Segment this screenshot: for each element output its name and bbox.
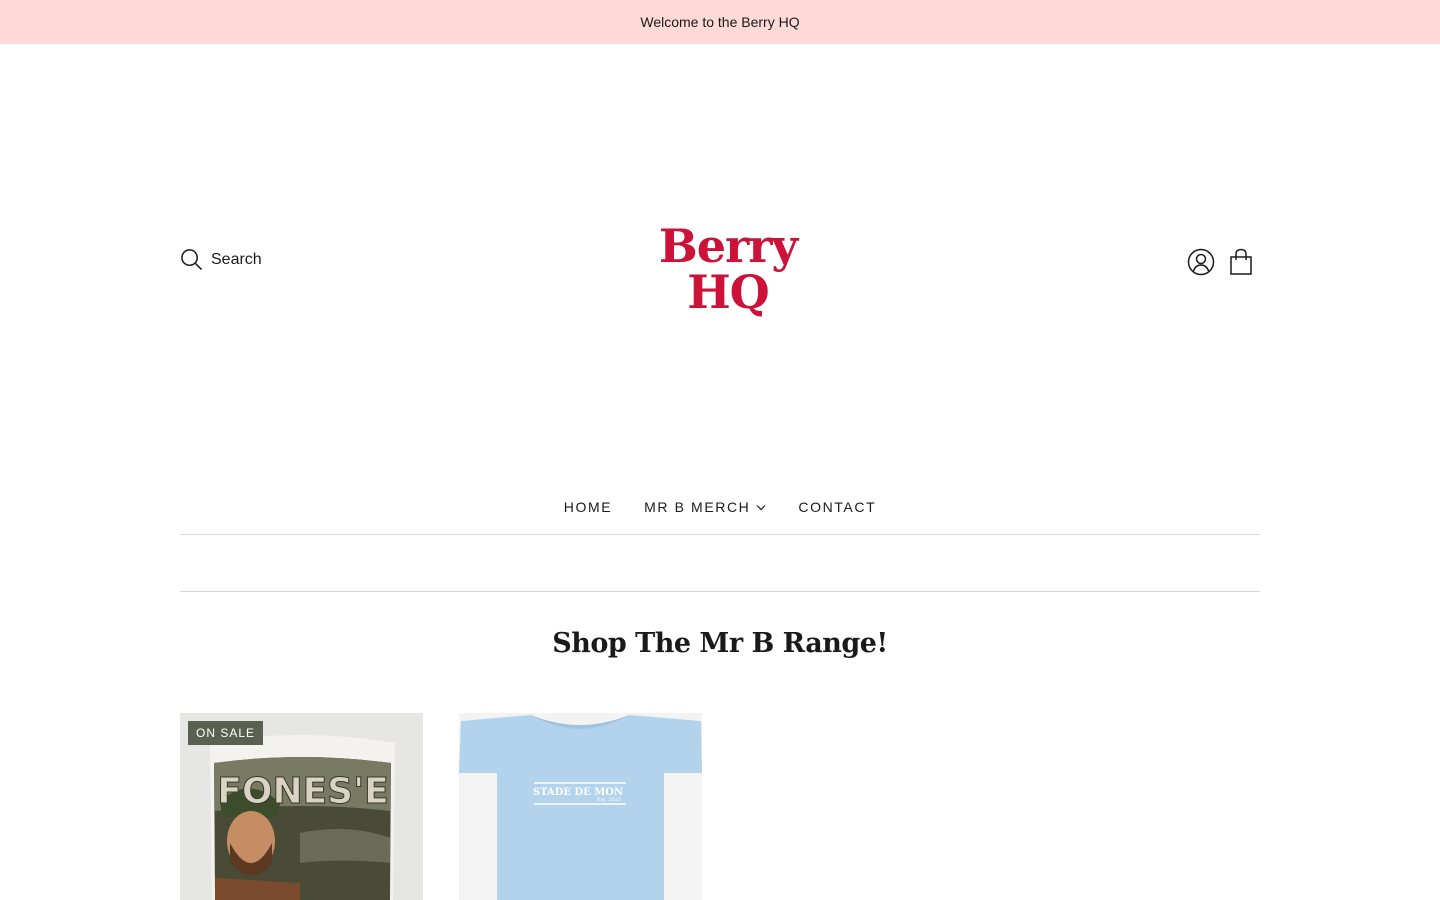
main-navigation: HOME MR B MERCH CONTACT: [180, 490, 1260, 535]
chevron-down-icon: [756, 504, 766, 510]
search-icon: [181, 249, 203, 271]
shopping-bag-icon[interactable]: [1229, 248, 1253, 276]
announcement-text: Welcome to the Berry HQ: [640, 14, 800, 30]
nav-item-contact-label: CONTACT: [798, 499, 877, 515]
search-button[interactable]: Search: [180, 248, 262, 271]
announcement-bar: Welcome to the Berry HQ: [0, 0, 1440, 44]
on-sale-badge: ON SALE: [188, 721, 264, 745]
section-title: Shop The Mr B Range!: [552, 628, 888, 659]
user-circle-icon[interactable]: [1187, 248, 1215, 276]
site-logo[interactable]: Berry HQ: [648, 220, 808, 330]
logo-line-2: HQ: [687, 265, 770, 319]
mug-print-text: FONES'E: [217, 771, 388, 812]
nav-item-home[interactable]: HOME: [564, 499, 612, 515]
nav-item-home-label: HOME: [563, 499, 613, 515]
nav-item-contact[interactable]: CONTACT: [798, 499, 876, 515]
tshirt-product-image: STADE DE MON Est. 2023: [459, 713, 702, 900]
search-label: Search: [211, 250, 262, 268]
product-card-mug[interactable]: FONES'E ON SALE: [180, 713, 423, 900]
nav-item-mr-b-merch-label: MR B MERCH: [644, 499, 751, 515]
nav-item-mr-b-merch[interactable]: MR B MERCH: [644, 499, 766, 515]
product-card-tshirt[interactable]: STADE DE MON Est. 2023: [459, 713, 702, 900]
section-divider: [180, 591, 1260, 592]
tshirt-print-subtext: Est. 2023: [597, 797, 621, 803]
